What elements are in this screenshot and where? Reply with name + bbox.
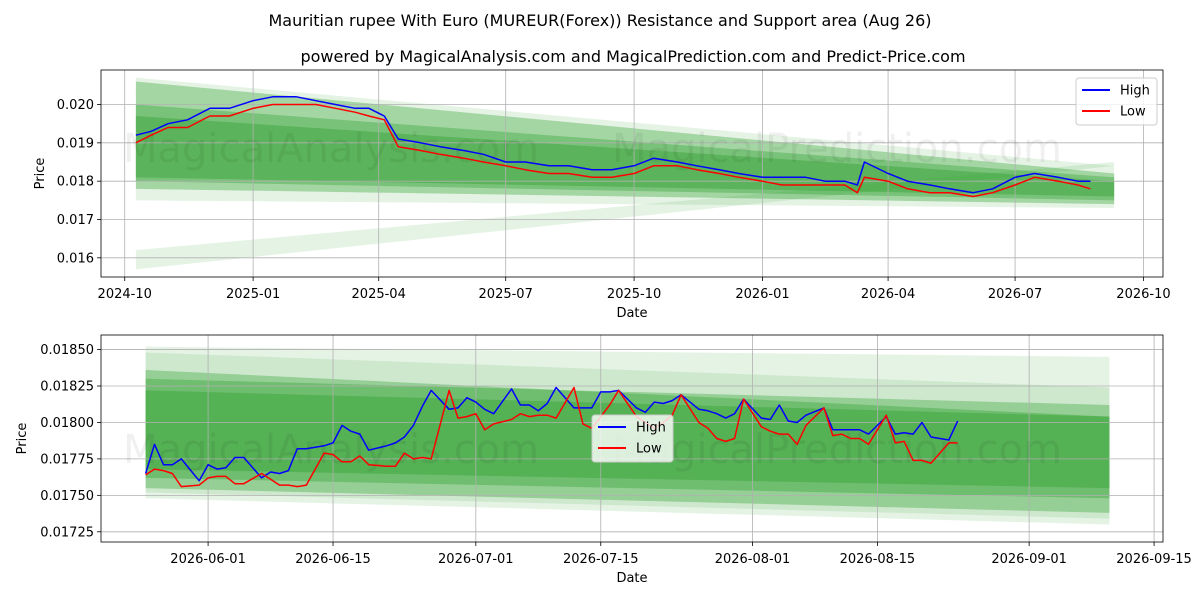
x-axis-label: Date [616,306,647,321]
bottom-panel: 2026-06-01 2026-06-15 2026-07-01 2026-07-15… [15,334,1192,586]
watermark-text: MagicalPrediction.com [612,126,1062,172]
y-tick-label: 0.019 [57,136,94,151]
y-tick-label: 0.017 [57,213,94,228]
x-tick-label: 2025-01 [226,287,280,302]
y-tick-label: 0.016 [57,251,94,266]
y-axis-label: Price [15,423,30,455]
y-tick-label: 0.01800 [40,416,94,431]
chart-subtitle: powered by MagicalAnalysis.com and Magic… [300,47,965,66]
x-tick-label: 2026-10 [1116,287,1170,302]
x-axis-label: Date [616,571,647,586]
y-tick-label: 0.01850 [40,343,94,358]
y-tick-label: 0.01775 [40,452,94,467]
top-panel: 2024-10 2025-01 2025-04 2025-07 2025-10 2026-… [33,69,1171,321]
legend-label: High [1120,84,1150,99]
x-tick-label: 2026-07 [988,287,1042,302]
watermark-text: MagicalPrediction.com [612,427,1062,473]
x-tick-label: 2026-01 [735,287,789,302]
watermark-text: MagicalAnalysis.com [123,427,539,473]
x-tick-label: 2026-06-15 [295,552,371,567]
band-group [135,77,1115,270]
x-tick-label: 2025-04 [352,287,406,302]
watermark-text: MagicalAnalysis.com [123,126,539,172]
y-tick-label: 0.01725 [40,525,94,540]
x-tick-label: 2026-08-15 [840,552,916,567]
x-tick-label: 2026-09-01 [991,552,1067,567]
y-tick-label: 0.01750 [40,489,94,504]
chart-figure: Mauritian rupee With Euro (MUREUR(Forex)… [15,11,1192,586]
x-tick-label: 2026-08-01 [715,552,791,567]
legend-label: High [636,421,666,436]
x-tick-label: 2026-04 [861,287,915,302]
x-tick-label: 2025-10 [607,287,661,302]
chart-title: Mauritian rupee With Euro (MUREUR(Forex)… [268,11,931,30]
x-tick-label: 2026-09-15 [1116,552,1192,567]
legend-label: Low [1120,105,1146,120]
x-tick-label: 2026-07-15 [563,552,639,567]
x-tick-label: 2026-06-01 [170,552,246,567]
y-tick-label: 0.01825 [40,380,94,395]
y-tick-label: 0.018 [57,175,94,190]
x-tick-label: 2024-10 [98,287,152,302]
y-tick-label: 0.020 [57,98,94,113]
legend-label: Low [636,442,662,457]
y-axis-label: Price [33,158,48,190]
x-tick-label: 2025-07 [479,287,533,302]
x-tick-label: 2026-07-01 [438,552,514,567]
